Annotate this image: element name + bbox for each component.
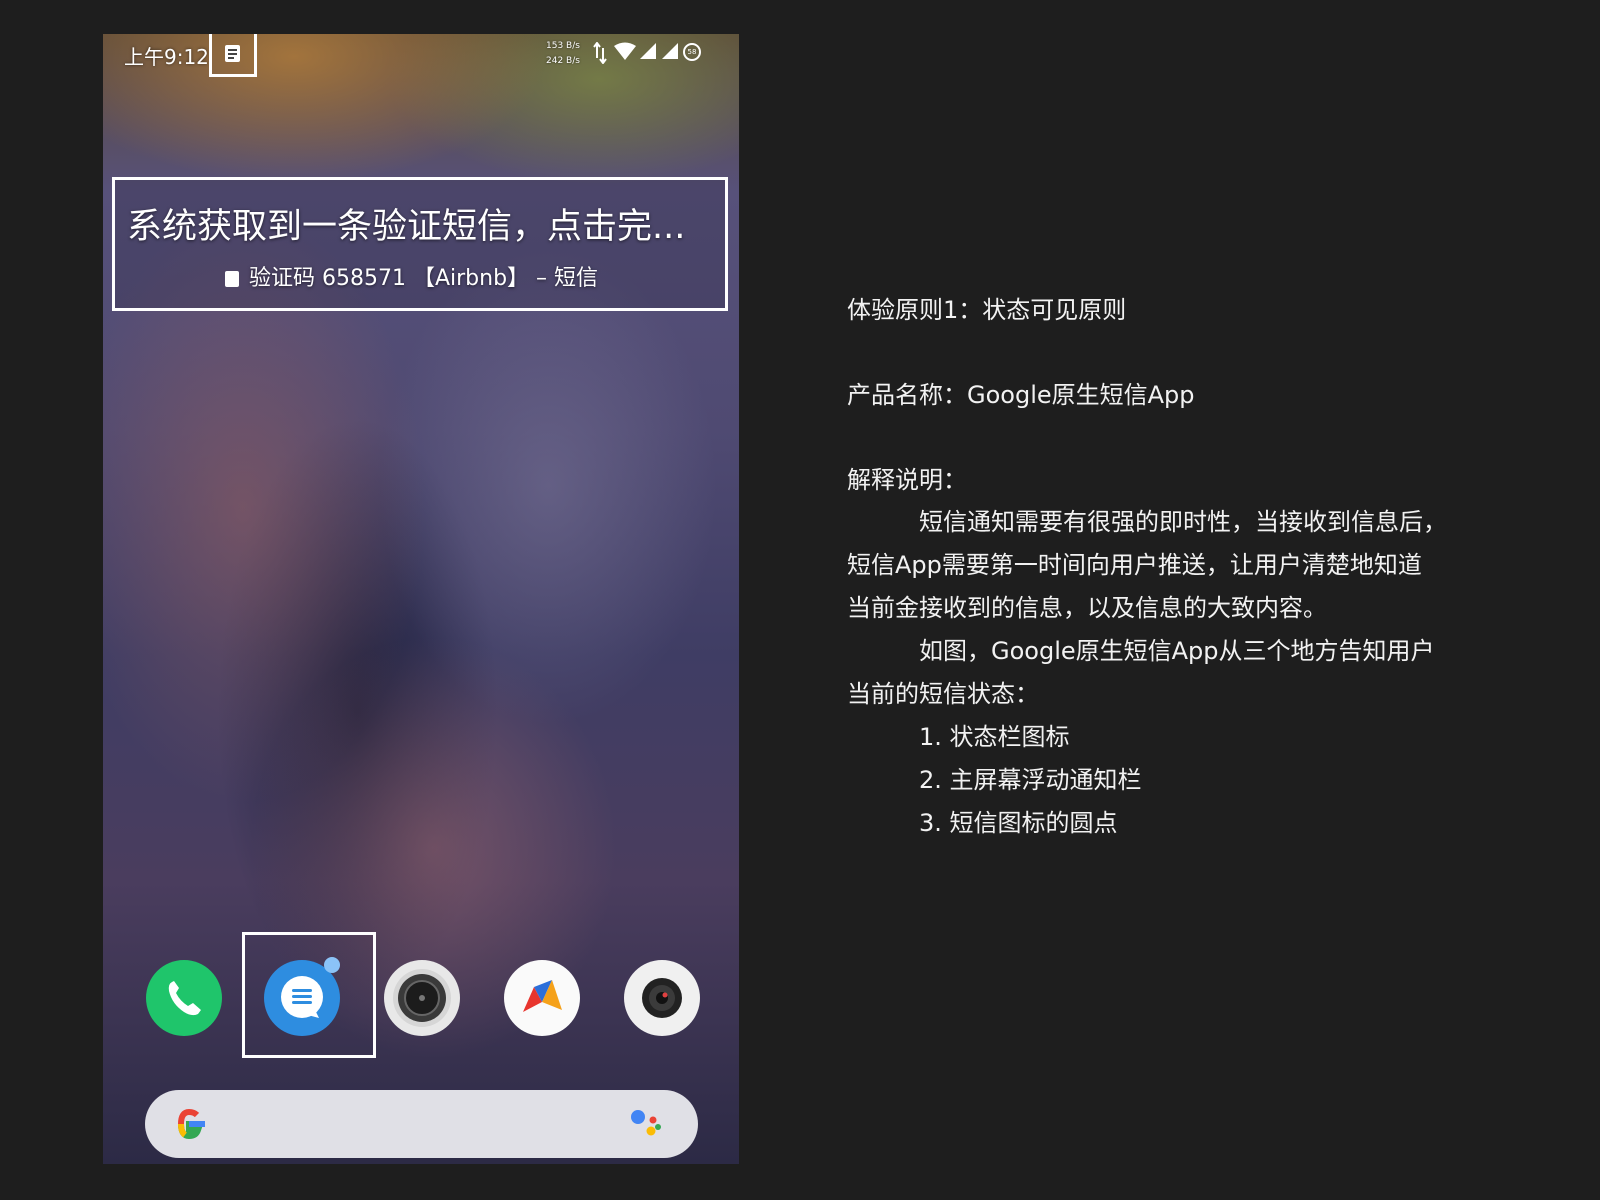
- phone-screenshot: 上午9:12 153 B/s 242 B/s 58 系统获取到一条验证短信，点击…: [103, 34, 739, 1164]
- paragraph-line: 当前金接收到的信息，以及信息的大致内容。: [847, 594, 1327, 622]
- paragraph-line: 当前的短信状态：: [847, 680, 1039, 708]
- message-icon: [225, 271, 239, 287]
- paragraph-line: 短信通知需要有很强的即时性，当接收到信息后，: [919, 508, 1447, 536]
- status-bar: 上午9:12 153 B/s 242 B/s 58: [103, 34, 739, 78]
- battery-icon: 58: [683, 43, 701, 61]
- product-name: 产品名称：Google原生短信App: [847, 381, 1195, 409]
- camera-app-icon[interactable]: [384, 960, 460, 1036]
- download-speed: 242 B/s: [546, 56, 580, 66]
- phone-app-icon[interactable]: [146, 960, 222, 1036]
- notification-title: 系统获取到一条验证短信，点击完...: [127, 207, 686, 247]
- status-bar-message-highlight: [209, 34, 257, 77]
- paragraph-line: 短信App需要第一时间向用户推送，让用户清楚地知道: [847, 551, 1422, 579]
- google-search-bar[interactable]: [145, 1090, 698, 1158]
- list-item: 2. 主屏幕浮动通知栏: [919, 766, 1142, 794]
- upload-speed: 153 B/s: [546, 41, 580, 51]
- data-arrows-icon: [593, 42, 607, 64]
- paragraph-line: 如图，Google原生短信App从三个地方告知用户: [919, 637, 1435, 665]
- signal-icon: [640, 43, 656, 59]
- airmail-icon: [523, 980, 562, 1012]
- camera-icon: [393, 969, 451, 1027]
- phone-icon: [168, 981, 201, 1016]
- notification-subtitle: 验证码 658571 【Airbnb】 – 短信: [225, 260, 598, 292]
- camera-alt-app-icon[interactable]: [624, 960, 700, 1036]
- wifi-icon: [614, 42, 636, 60]
- network-speed: 153 B/s 242 B/s: [546, 39, 580, 69]
- signal-icon: [662, 43, 678, 59]
- status-time: 上午9:12: [124, 45, 209, 69]
- google-assistant-icon: [631, 1110, 661, 1136]
- notification-subtitle-text: 验证码 658571 【Airbnb】 – 短信: [249, 266, 599, 291]
- camera-lens-icon: [642, 978, 682, 1018]
- principle-title: 体验原则1：状态可见原则: [847, 296, 1127, 324]
- unread-badge-dot: [324, 957, 340, 973]
- messages-icon-highlight: [242, 932, 376, 1058]
- list-item: 3. 短信图标的圆点: [919, 809, 1118, 837]
- explanation-heading: 解释说明：: [847, 466, 967, 494]
- message-icon: [225, 45, 240, 62]
- google-g-icon: [178, 1108, 205, 1140]
- airmail-app-icon[interactable]: [504, 960, 580, 1036]
- list-item: 1. 状态栏图标: [919, 723, 1070, 751]
- status-icons: 58: [593, 42, 723, 68]
- heads-up-notification[interactable]: 系统获取到一条验证短信，点击完... 验证码 658571 【Airbnb】 –…: [112, 177, 728, 311]
